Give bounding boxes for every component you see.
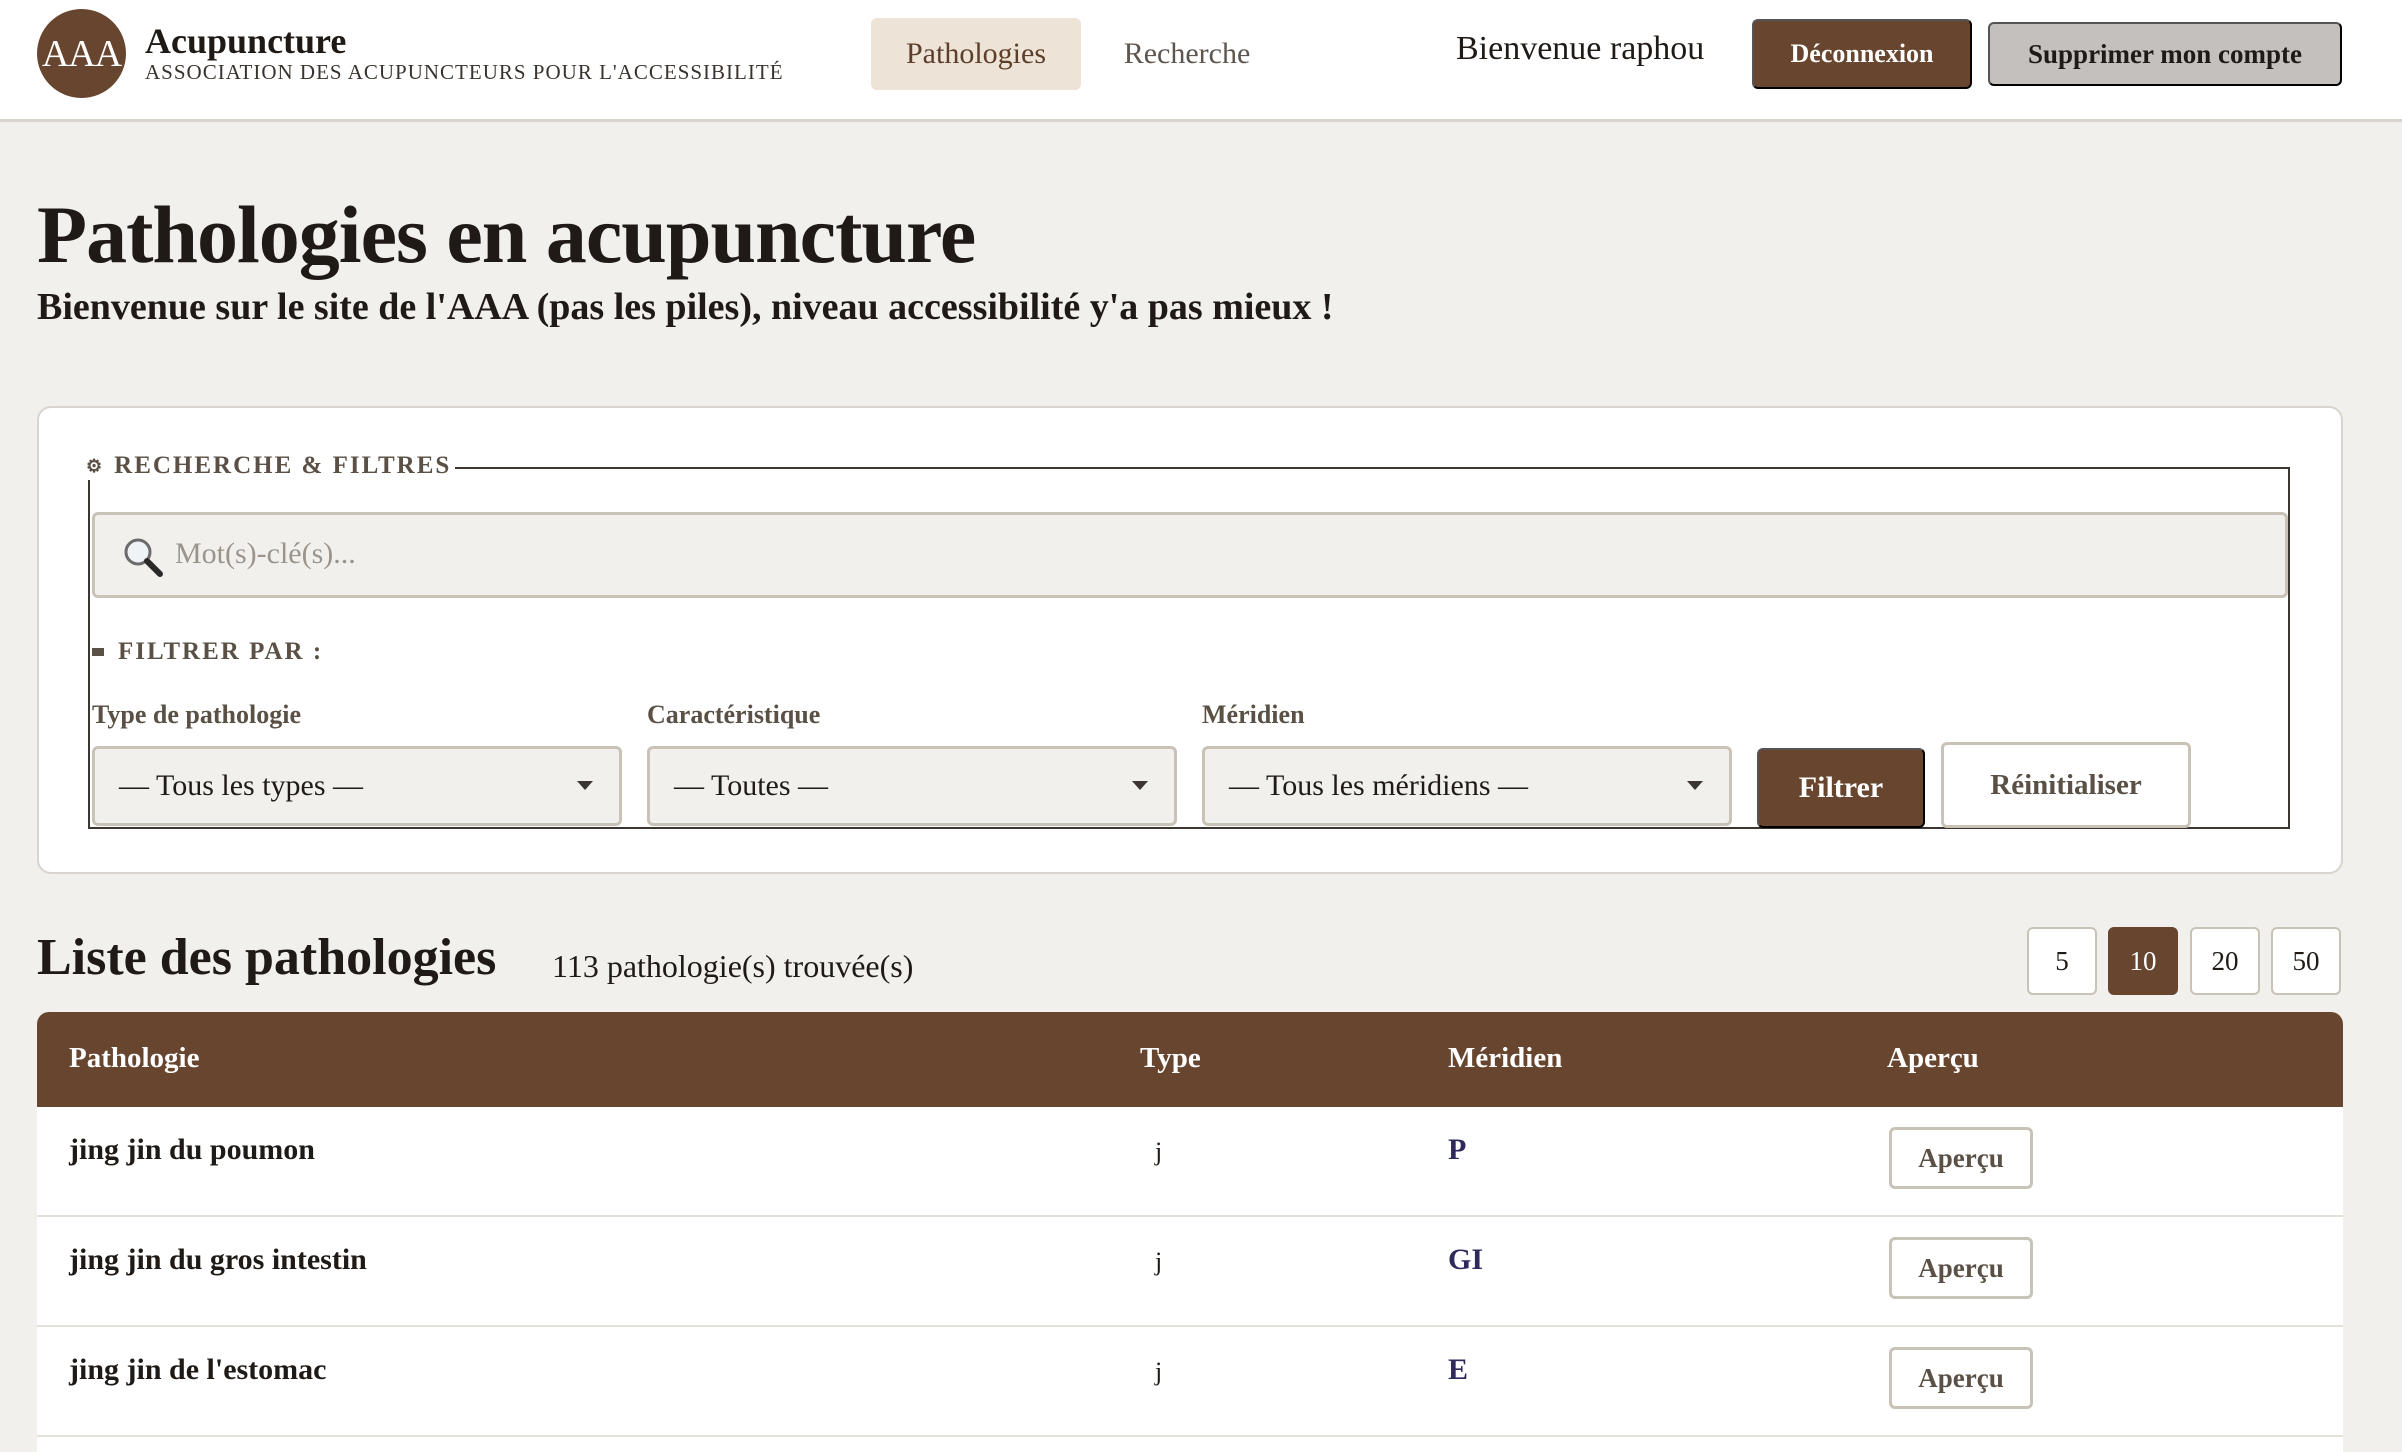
logout-button[interactable]: Déconnexion <box>1752 19 1972 89</box>
nav-recherche[interactable]: Recherche <box>1100 18 1274 90</box>
apercu-button[interactable]: Aperçu <box>1889 1127 2033 1189</box>
table-row: jing jin de l'estomac j E Aperçu <box>37 1327 2343 1437</box>
table-row: jing jin du poumon j P Aperçu <box>37 1107 2343 1217</box>
chevron-down-icon <box>1687 781 1703 790</box>
type-label: Type de pathologie <box>92 700 301 729</box>
meridien-select[interactable]: — Tous les méridiens — <box>1202 746 1732 826</box>
reset-button[interactable]: Réinitialiser <box>1941 742 2191 828</box>
filter-legend: ⚙ RECHERCHE & FILTRES <box>86 452 456 480</box>
pathologies-table: Pathologie Type Méridien Aperçu jing jin… <box>37 1012 2343 1452</box>
cell-pathologie: jing jin du gros intestin <box>69 1243 367 1276</box>
cell-meridien: P <box>1448 1133 1467 1166</box>
result-count: 113 pathologie(s) trouvée(s) <box>552 948 914 984</box>
page-title: Pathologies en acupuncture <box>37 189 976 280</box>
chevron-down-icon <box>577 781 593 790</box>
delete-account-button[interactable]: Supprimer mon compte <box>1988 22 2342 86</box>
column-header-type: Type <box>1140 1042 1201 1074</box>
column-header-meridien: Méridien <box>1448 1042 1563 1074</box>
page-size-20[interactable]: 20 <box>2190 927 2260 995</box>
caracteristique-select-value: — Toutes — <box>674 769 829 802</box>
filter-by-label: FILTRER PAR : <box>118 638 324 665</box>
cell-meridien: E <box>1448 1353 1469 1386</box>
meridien-select-value: — Tous les méridiens — <box>1229 769 1528 802</box>
cell-type: j <box>1155 1137 1163 1166</box>
welcome-text: Bienvenue raphou <box>1456 30 1705 67</box>
cell-pathologie: jing jin du poumon <box>69 1133 315 1166</box>
page-size-10[interactable]: 10 <box>2108 927 2178 995</box>
filter-button[interactable]: Filtrer <box>1757 748 1925 828</box>
type-select[interactable]: — Tous les types — <box>92 746 622 826</box>
top-header: AAA Acupuncture ASSOCIATION DES ACUPUNCT… <box>0 0 2402 122</box>
logo[interactable]: AAA <box>37 9 126 98</box>
caracteristique-label: Caractéristique <box>647 700 821 729</box>
chevron-down-icon <box>1132 781 1148 790</box>
cell-pathologie: jing jin de l'estomac <box>69 1353 327 1386</box>
cell-type: j <box>1155 1247 1163 1276</box>
meridien-label: Méridien <box>1202 700 1305 729</box>
search-placeholder: Mot(s)-clé(s)... <box>175 537 356 570</box>
brand-subtitle: ASSOCIATION DES ACUPUNCTEURS POUR L'ACCE… <box>145 60 784 84</box>
list-title: Liste des pathologies <box>37 929 497 986</box>
table-header: Pathologie Type Méridien Aperçu <box>37 1012 2343 1107</box>
filter-legend-label: RECHERCHE & FILTRES <box>114 452 452 479</box>
page-size-5[interactable]: 5 <box>2027 927 2097 995</box>
nav-pathologies[interactable]: Pathologies <box>871 18 1081 90</box>
bullet-icon <box>92 648 104 656</box>
brand-title[interactable]: Acupuncture <box>145 20 346 62</box>
table-row: jing jin du gros intestin j GI Aperçu <box>37 1217 2343 1327</box>
gear-icon: ⚙ <box>86 455 105 476</box>
type-select-value: — Tous les types — <box>119 769 364 802</box>
column-header-pathologie: Pathologie <box>69 1042 200 1074</box>
cell-type: j <box>1155 1357 1163 1386</box>
apercu-button[interactable]: Aperçu <box>1889 1237 2033 1299</box>
search-icon <box>124 538 163 577</box>
filter-by-heading: FILTRER PAR : <box>92 638 323 666</box>
column-header-apercu: Aperçu <box>1887 1042 1979 1074</box>
cell-meridien: GI <box>1448 1243 1484 1276</box>
apercu-button[interactable]: Aperçu <box>1889 1347 2033 1409</box>
page-subtitle: Bienvenue sur le site de l'AAA (pas les … <box>37 286 1334 328</box>
search-input[interactable]: Mot(s)-clé(s)... <box>92 512 2288 598</box>
caracteristique-select[interactable]: — Toutes — <box>647 746 1177 826</box>
page-size-50[interactable]: 50 <box>2271 927 2341 995</box>
